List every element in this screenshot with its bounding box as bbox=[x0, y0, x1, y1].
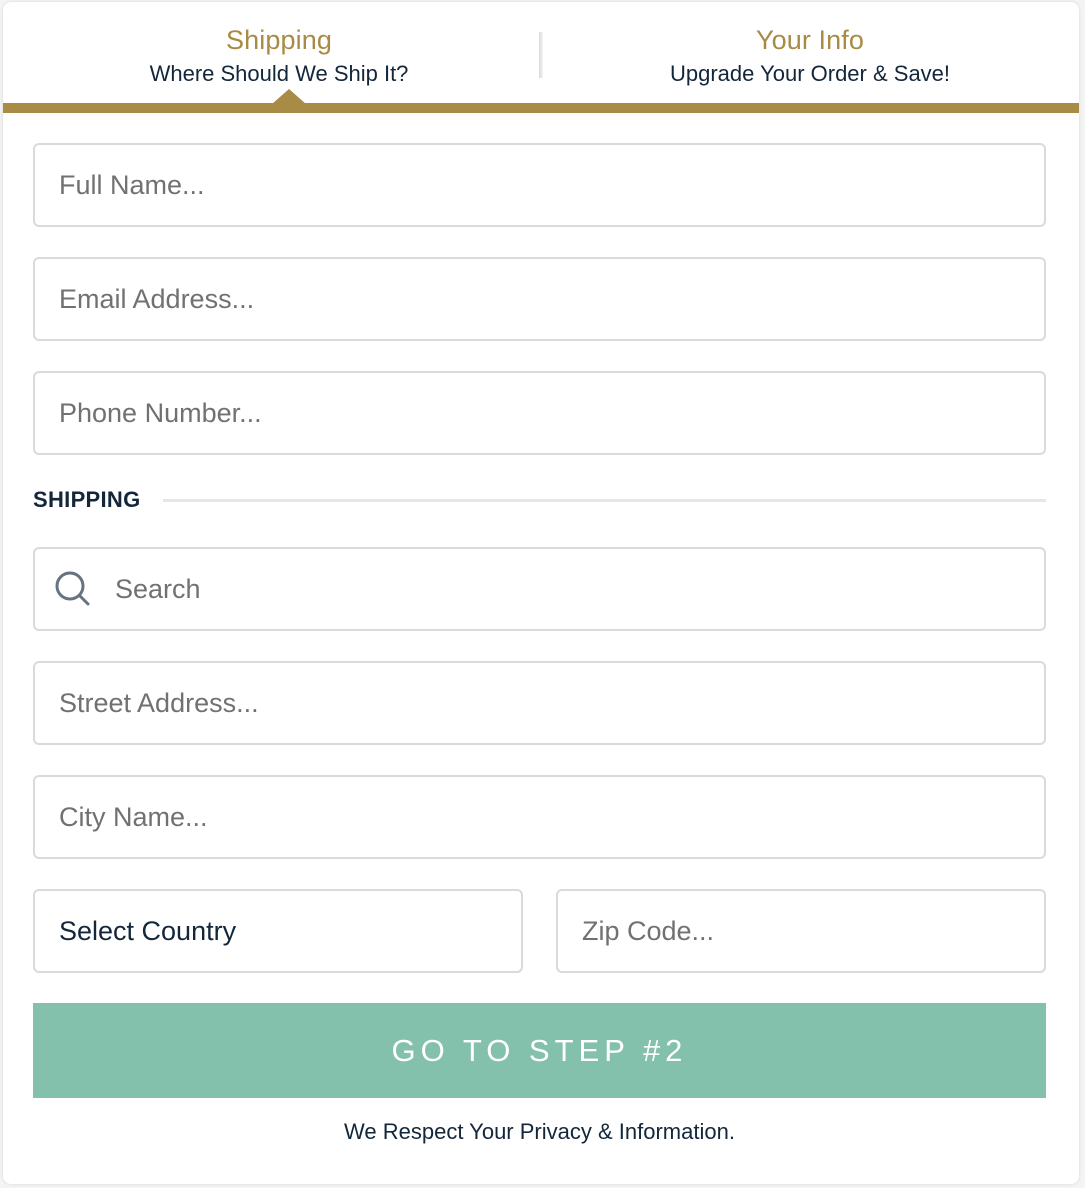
checkout-form-card: Shipping Where Should We Ship It? Your I… bbox=[3, 2, 1079, 1184]
privacy-note: We Respect Your Privacy & Information. bbox=[344, 1119, 735, 1144]
tab-shipping-subtitle: Where Should We Ship It? bbox=[149, 61, 409, 86]
email-input[interactable] bbox=[35, 259, 1044, 339]
tab-shipping-title: Shipping bbox=[226, 25, 332, 55]
full-name-input[interactable] bbox=[35, 145, 1044, 225]
tab-underline-bar bbox=[3, 103, 1079, 113]
section-label: SHIPPING bbox=[33, 487, 141, 512]
search-icon bbox=[35, 549, 91, 629]
street-address-field[interactable] bbox=[33, 661, 1046, 745]
tab-your-info-title: Your Info bbox=[756, 25, 864, 55]
shipping-section-header: SHIPPING bbox=[33, 486, 1046, 514]
street-address-input[interactable] bbox=[35, 663, 1044, 743]
full-name-field[interactable] bbox=[33, 143, 1046, 227]
city-input[interactable] bbox=[35, 777, 1044, 857]
zip-input[interactable] bbox=[558, 891, 1044, 971]
address-search-input[interactable] bbox=[91, 549, 1044, 629]
active-tab-caret bbox=[272, 89, 306, 104]
zip-field[interactable] bbox=[556, 889, 1046, 973]
country-select[interactable]: Select Country bbox=[33, 889, 523, 973]
email-field[interactable] bbox=[33, 257, 1046, 341]
go-to-step-2-button[interactable]: GO TO STEP #2 bbox=[33, 1003, 1046, 1098]
step-tabs: Shipping Where Should We Ship It? Your I… bbox=[3, 2, 1079, 114]
phone-field[interactable] bbox=[33, 371, 1046, 455]
section-divider bbox=[162, 498, 1046, 502]
city-field[interactable] bbox=[33, 775, 1046, 859]
country-select-value: Select Country bbox=[59, 915, 237, 946]
address-search-field[interactable] bbox=[33, 547, 1046, 631]
phone-input[interactable] bbox=[35, 373, 1044, 453]
tab-your-info-subtitle: Upgrade Your Order & Save! bbox=[669, 61, 951, 86]
tab-your-info[interactable]: Your Info Upgrade Your Order & Save! bbox=[541, 24, 1079, 89]
tab-shipping[interactable]: Shipping Where Should We Ship It? bbox=[3, 24, 555, 89]
